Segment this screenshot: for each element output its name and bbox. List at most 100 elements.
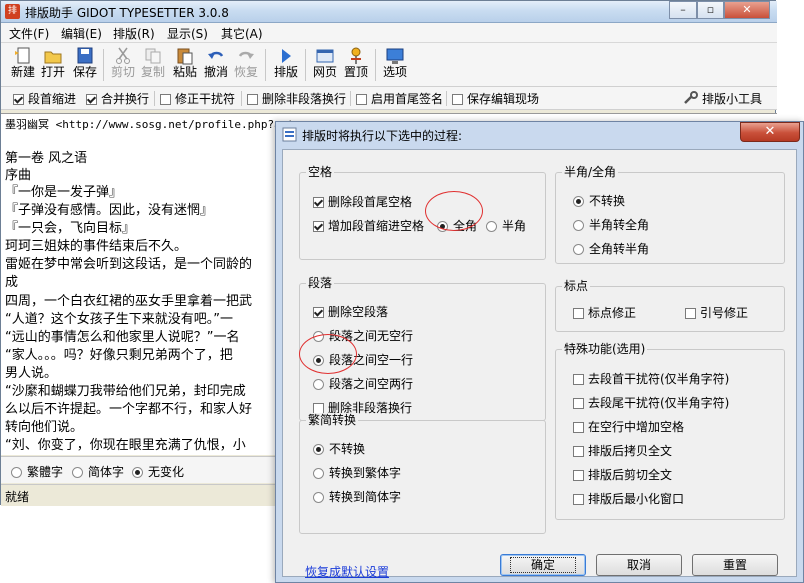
- restore-defaults-link[interactable]: 恢复成默认设置: [305, 563, 389, 580]
- full-to-half-radio[interactable]: [573, 244, 584, 255]
- special-option[interactable]: 排版后剪切全文: [573, 466, 672, 483]
- option-indent-checkbox[interactable]: [13, 94, 24, 105]
- web-button[interactable]: 网页: [311, 47, 339, 85]
- full-to-half-option[interactable]: 全角转半角: [573, 240, 649, 257]
- option-save-session[interactable]: 保存编辑现场: [452, 90, 539, 107]
- option-delete-non-para[interactable]: 删除非段落换行: [247, 90, 346, 107]
- half-to-full-option[interactable]: 半角转全角: [573, 216, 649, 233]
- special-checkbox[interactable]: [573, 446, 584, 457]
- menu-typeset[interactable]: 排版(R): [113, 25, 155, 42]
- menu-other[interactable]: 其它(A): [221, 25, 263, 42]
- option-signature[interactable]: 启用首尾签名: [356, 90, 443, 107]
- para-two-blank-radio[interactable]: [313, 379, 324, 390]
- pin-top-button[interactable]: 置顶: [342, 47, 370, 85]
- editor-line: 『一你是一发子弹』: [5, 185, 123, 200]
- open-button[interactable]: 打开: [39, 47, 67, 85]
- menu-edit[interactable]: 编辑(E): [61, 25, 102, 42]
- ts-to-trad-option[interactable]: 转换到繁体字: [313, 464, 401, 481]
- reset-button[interactable]: 重置: [692, 554, 778, 576]
- convert-simplified-radio[interactable]: [72, 467, 83, 478]
- delete-empty-para-checkbox[interactable]: [313, 307, 324, 318]
- tools-button[interactable]: 排版小工具: [683, 90, 762, 107]
- convert-traditional[interactable]: 繁體字: [11, 463, 63, 480]
- copy-button[interactable]: 复制: [139, 47, 167, 85]
- ts-to-trad-radio[interactable]: [313, 468, 324, 479]
- special-checkbox[interactable]: [573, 470, 584, 481]
- convert-none-radio[interactable]: [132, 467, 143, 478]
- group-punctuation-title: 标点: [562, 279, 591, 293]
- options-dialog: 排版时将执行以下选中的过程: ✕ 空格 删除段首尾空格 增加段首缩进空格 全角 …: [275, 121, 804, 583]
- editor-line: 『一只会，飞向目标』: [5, 221, 136, 236]
- delete-spaces-checkbox[interactable]: [313, 197, 324, 208]
- dialog-close-button[interactable]: ✕: [740, 122, 800, 142]
- toolbar: 新建 打开 保存 剪切 复制 粘贴 撤消 恢复 排版 网页 置顶 选项: [1, 43, 777, 87]
- monitor-icon: [386, 48, 404, 64]
- ts-to-simp-option[interactable]: 转换到简体字: [313, 488, 401, 505]
- delete-spaces-option[interactable]: 删除段首尾空格: [313, 193, 412, 210]
- redo-button[interactable]: 恢复: [232, 47, 260, 85]
- ok-button[interactable]: 确定: [500, 554, 586, 576]
- option-merge-lines-checkbox[interactable]: [86, 94, 97, 105]
- width-none-option[interactable]: 不转换: [573, 192, 625, 209]
- close-button[interactable]: ✕: [724, 1, 770, 19]
- highlight-circle: [425, 191, 483, 231]
- punct-fix-option[interactable]: 标点修正: [573, 304, 636, 321]
- special-option[interactable]: 排版后最小化窗口: [573, 490, 684, 507]
- special-option[interactable]: 排版后拷贝全文: [573, 442, 672, 459]
- convert-none[interactable]: 无变化: [132, 463, 184, 480]
- special-label: 去段首干扰符(仅半角字符): [588, 372, 730, 386]
- convert-simplified[interactable]: 简体字: [72, 463, 124, 480]
- options-button[interactable]: 选项: [381, 47, 409, 85]
- quote-fix-label: 引号修正: [700, 306, 749, 320]
- special-option[interactable]: 在空行中增加空格: [573, 418, 684, 435]
- add-indent-checkbox[interactable]: [313, 221, 324, 232]
- typeset-button[interactable]: 排版: [272, 47, 300, 85]
- option-merge-lines[interactable]: 合并换行: [86, 90, 149, 107]
- option-delete-non-para-checkbox[interactable]: [247, 94, 258, 105]
- delete-empty-para-option[interactable]: 删除空段落: [313, 303, 388, 320]
- main-titlebar[interactable]: 排 排版助手 GIDOT TYPESETTER 3.0.8 – ▫ ✕: [1, 1, 777, 23]
- para-two-blank-option[interactable]: 段落之间空两行: [313, 375, 413, 392]
- option-fix-noise[interactable]: 修正干扰符: [160, 90, 235, 107]
- maximize-button[interactable]: ▫: [697, 1, 724, 19]
- half-width-option[interactable]: 半角: [486, 217, 526, 234]
- option-separator: [350, 91, 351, 106]
- half-to-full-label: 半角转全角: [589, 218, 650, 232]
- half-width-radio[interactable]: [486, 221, 497, 232]
- editor-line: 『子弹没有感情。因此，没有迷惘』: [5, 203, 214, 218]
- editor-line: 珂珂三姐妹的事件结束后不久。: [5, 239, 188, 254]
- option-signature-checkbox[interactable]: [356, 94, 367, 105]
- wrench-icon: [684, 91, 698, 104]
- special-checkbox[interactable]: [573, 422, 584, 433]
- special-checkbox[interactable]: [573, 374, 584, 385]
- dialog-titlebar[interactable]: 排版时将执行以下选中的过程: ✕: [276, 122, 803, 148]
- pin-top-label: 置顶: [343, 65, 368, 79]
- width-none-label: 不转换: [589, 194, 626, 208]
- ts-none-option[interactable]: 不转换: [313, 440, 365, 457]
- quote-fix-option[interactable]: 引号修正: [685, 304, 748, 321]
- menu-view[interactable]: 显示(S): [167, 25, 208, 42]
- punct-fix-checkbox[interactable]: [573, 308, 584, 319]
- ts-to-simp-radio[interactable]: [313, 492, 324, 503]
- dialog-icon: [282, 127, 297, 142]
- paste-button[interactable]: 粘贴: [171, 47, 199, 85]
- special-checkbox[interactable]: [573, 494, 584, 505]
- half-to-full-radio[interactable]: [573, 220, 584, 231]
- menu-file[interactable]: 文件(F): [9, 25, 49, 42]
- save-button[interactable]: 保存: [71, 47, 99, 85]
- special-option[interactable]: 去段尾干扰符(仅半角字符): [573, 394, 729, 411]
- minimize-button[interactable]: –: [669, 1, 697, 19]
- option-fix-noise-label: 修正干扰符: [175, 92, 236, 106]
- option-save-session-checkbox[interactable]: [452, 94, 463, 105]
- quote-fix-checkbox[interactable]: [685, 308, 696, 319]
- special-checkbox[interactable]: [573, 398, 584, 409]
- special-option[interactable]: 去段首干扰符(仅半角字符): [573, 370, 729, 387]
- convert-traditional-radio[interactable]: [11, 467, 22, 478]
- option-fix-noise-checkbox[interactable]: [160, 94, 171, 105]
- add-indent-option[interactable]: 增加段首缩进空格: [313, 217, 424, 234]
- option-indent[interactable]: 段首缩进: [13, 90, 76, 107]
- width-none-radio[interactable]: [573, 196, 584, 207]
- web-icon: [316, 49, 334, 63]
- cancel-button[interactable]: 取消: [596, 554, 682, 576]
- ts-none-radio[interactable]: [313, 444, 324, 455]
